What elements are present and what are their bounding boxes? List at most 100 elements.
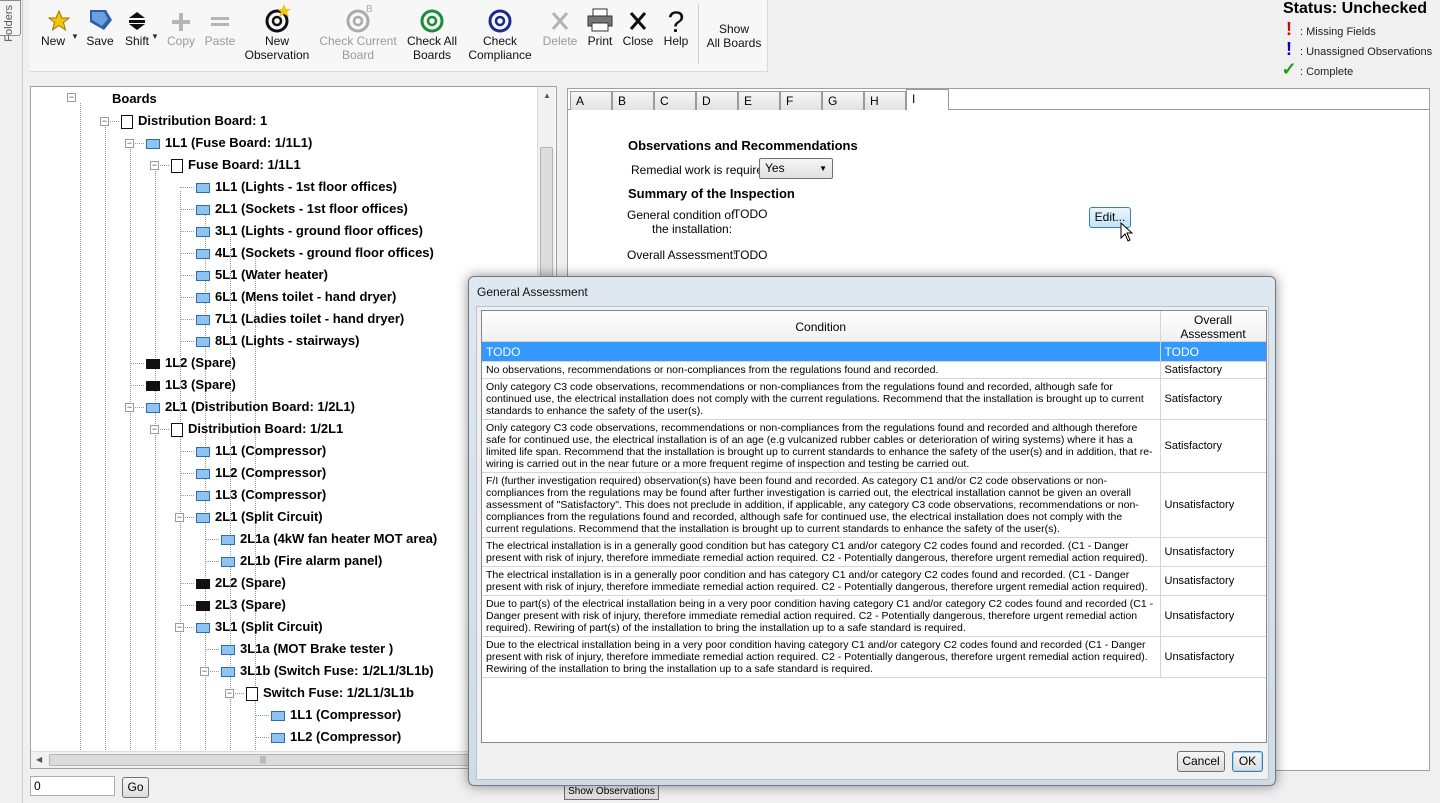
- tab-i[interactable]: I: [906, 89, 949, 110]
- check-compliance-button[interactable]: Check Compliance: [466, 0, 534, 70]
- column-header-overall[interactable]: Overall Assessment: [1160, 311, 1266, 342]
- shift-dropdown-icon[interactable]: ▼: [151, 32, 159, 41]
- tab-e[interactable]: E: [738, 91, 780, 110]
- tree-node[interactable]: 2L1 (Split Circuit): [196, 507, 323, 527]
- tree-node[interactable]: Distribution Board: 1/2L1: [171, 419, 343, 439]
- tree-node[interactable]: 2L1b (Fire alarm panel): [221, 551, 382, 571]
- tree-node[interactable]: Fuse Board: 1/1L1: [171, 155, 301, 175]
- tree-node[interactable]: 7L1 (Ladies toilet - hand dryer): [196, 309, 404, 329]
- tree-node[interactable]: 2L3 (Spare): [196, 595, 286, 615]
- tab-d[interactable]: D: [696, 91, 738, 110]
- check-all-boards-button[interactable]: Check All Boards: [402, 0, 462, 70]
- table-row[interactable]: TODO TODO: [482, 341, 1266, 362]
- tab-f[interactable]: F: [780, 91, 822, 110]
- save-disk-icon: [82, 0, 118, 34]
- tree-node[interactable]: 3L1b (Switch Fuse: 1/2L1/3L1b): [221, 661, 434, 681]
- tab-b[interactable]: B: [612, 91, 654, 110]
- tab-h[interactable]: H: [864, 91, 906, 110]
- overall-assessment-cell: Unsatisfactory: [1160, 537, 1266, 567]
- tab-c[interactable]: C: [654, 91, 696, 110]
- folders-side-tab[interactable]: Folders: [0, 0, 21, 42]
- tree-node[interactable]: 1L2 (Spare): [146, 353, 236, 373]
- tree-collapse-icon[interactable]: −: [175, 623, 184, 632]
- tree-node[interactable]: 1L3 (Spare): [146, 375, 236, 395]
- tree-node[interactable]: 4L1 (Sockets - ground floor offices): [196, 243, 434, 263]
- tree-collapse-icon[interactable]: −: [225, 689, 234, 698]
- tree-node[interactable]: 1L2 (Compressor): [196, 463, 326, 483]
- shift-button[interactable]: Shift: [120, 0, 154, 70]
- table-row[interactable]: Only category C3 code observations, reco…: [482, 378, 1266, 420]
- tree-collapse-icon[interactable]: −: [175, 513, 184, 522]
- tree-collapse-icon[interactable]: −: [125, 139, 134, 148]
- show-all-boards-button[interactable]: Show All Boards: [702, 0, 766, 70]
- tree-guide-line: [130, 147, 131, 768]
- tree-node[interactable]: 1L1 (Lights - 1st floor offices): [196, 177, 397, 197]
- tree-connector: [205, 649, 219, 650]
- new-dropdown-icon[interactable]: ▼: [71, 32, 79, 41]
- new-button[interactable]: New: [36, 0, 71, 70]
- tree-connector: [205, 539, 219, 540]
- tab-g[interactable]: G: [822, 91, 864, 110]
- tree-root-boards[interactable]: Boards: [112, 89, 157, 109]
- spare-icon: [196, 578, 210, 589]
- tree-node[interactable]: 2L1 (Sockets - 1st floor offices): [196, 199, 408, 219]
- paste-button[interactable]: Paste: [202, 0, 238, 70]
- tree-node[interactable]: 1L1 (Compressor): [271, 705, 401, 725]
- assessment-grid[interactable]: Condition Overall Assessment TODO TODO No …: [481, 310, 1267, 743]
- delete-button[interactable]: Delete: [540, 0, 580, 70]
- table-row[interactable]: No observations, recommendations or non-…: [482, 361, 1266, 379]
- tree-node[interactable]: 3L1 (Lights - ground floor offices): [196, 221, 423, 241]
- print-button[interactable]: Print: [582, 0, 618, 70]
- tree-node[interactable]: Distribution Board: 1: [121, 111, 267, 131]
- tree-collapse-icon[interactable]: −: [100, 117, 109, 126]
- ok-button[interactable]: OK: [1232, 751, 1263, 772]
- condition-cell: No observations, recommendations or non-…: [482, 361, 1161, 379]
- spare-icon: [196, 600, 210, 611]
- goto-input[interactable]: 0: [30, 776, 115, 796]
- tree-node[interactable]: 5L1 (Water heater): [196, 265, 328, 285]
- tree-node[interactable]: 2L1 (Distribution Board: 1/2L1): [146, 397, 355, 417]
- tree-node[interactable]: 3L1a (MOT Brake tester ): [221, 639, 393, 659]
- delete-x-icon: [540, 0, 580, 34]
- tree-node[interactable]: 2L1a (4kW fan heater MOT area): [221, 529, 437, 549]
- tree-collapse-icon[interactable]: −: [125, 403, 134, 412]
- remedial-label: Remedial work is required:: [631, 163, 774, 177]
- tree-node[interactable]: 6L1 (Mens toilet - hand dryer): [196, 287, 396, 307]
- table-row[interactable]: F/I (further investigation required) obs…: [482, 472, 1266, 538]
- table-row[interactable]: Due to the electrical installation being…: [482, 636, 1266, 678]
- copy-button[interactable]: Copy: [164, 0, 198, 70]
- tree-node[interactable]: 1L2 (Compressor): [271, 727, 401, 747]
- help-button[interactable]: ? Help: [658, 0, 694, 70]
- scroll-thumb[interactable]: [540, 147, 553, 277]
- scroll-up-icon[interactable]: ▲: [543, 91, 551, 100]
- check-current-board-button[interactable]: B Check Current Board: [316, 0, 400, 70]
- scroll-left-icon[interactable]: ◀: [36, 755, 42, 764]
- save-button[interactable]: Save: [82, 0, 118, 70]
- tree-node[interactable]: 1L1 (Compressor): [196, 441, 326, 461]
- go-button[interactable]: Go: [122, 777, 149, 798]
- tree-node[interactable]: Switch Fuse: 1/2L1/3L1b: [246, 683, 414, 703]
- tree-node[interactable]: 1L3 (Compressor): [196, 485, 326, 505]
- new-observation-button[interactable]: New Observation: [242, 0, 312, 70]
- table-row[interactable]: Due to part(s) of the electrical install…: [482, 595, 1266, 637]
- table-row[interactable]: Only category C3 code observations, reco…: [482, 419, 1266, 473]
- tree-node[interactable]: 8L1 (Lights - stairways): [196, 331, 359, 351]
- cancel-button[interactable]: Cancel: [1177, 751, 1225, 772]
- remedial-select[interactable]: Yes ▼: [759, 158, 833, 179]
- tree-node[interactable]: 1L1 (Fuse Board: 1/1L1): [146, 133, 312, 153]
- tree-connector: [130, 363, 144, 364]
- tree-node[interactable]: 3L1 (Split Circuit): [196, 617, 323, 637]
- tree-collapse-icon[interactable]: −: [150, 161, 159, 170]
- tree-horizontal-scrollbar[interactable]: ◀ |||: [31, 751, 477, 768]
- column-header-condition[interactable]: Condition: [482, 311, 1161, 342]
- tree-collapse-icon[interactable]: −: [67, 93, 76, 102]
- tab-a[interactable]: A: [570, 91, 612, 110]
- tree-collapse-icon[interactable]: −: [150, 425, 159, 434]
- tree-collapse-icon[interactable]: −: [200, 667, 209, 676]
- close-button[interactable]: Close: [620, 0, 656, 70]
- tree-connector: [205, 561, 219, 562]
- scroll-thumb-horizontal[interactable]: |||: [49, 754, 477, 766]
- table-row[interactable]: The electrical installation is in a gene…: [482, 566, 1266, 596]
- table-row[interactable]: The electrical installation is in a gene…: [482, 537, 1266, 567]
- tree-node[interactable]: 2L2 (Spare): [196, 573, 286, 593]
